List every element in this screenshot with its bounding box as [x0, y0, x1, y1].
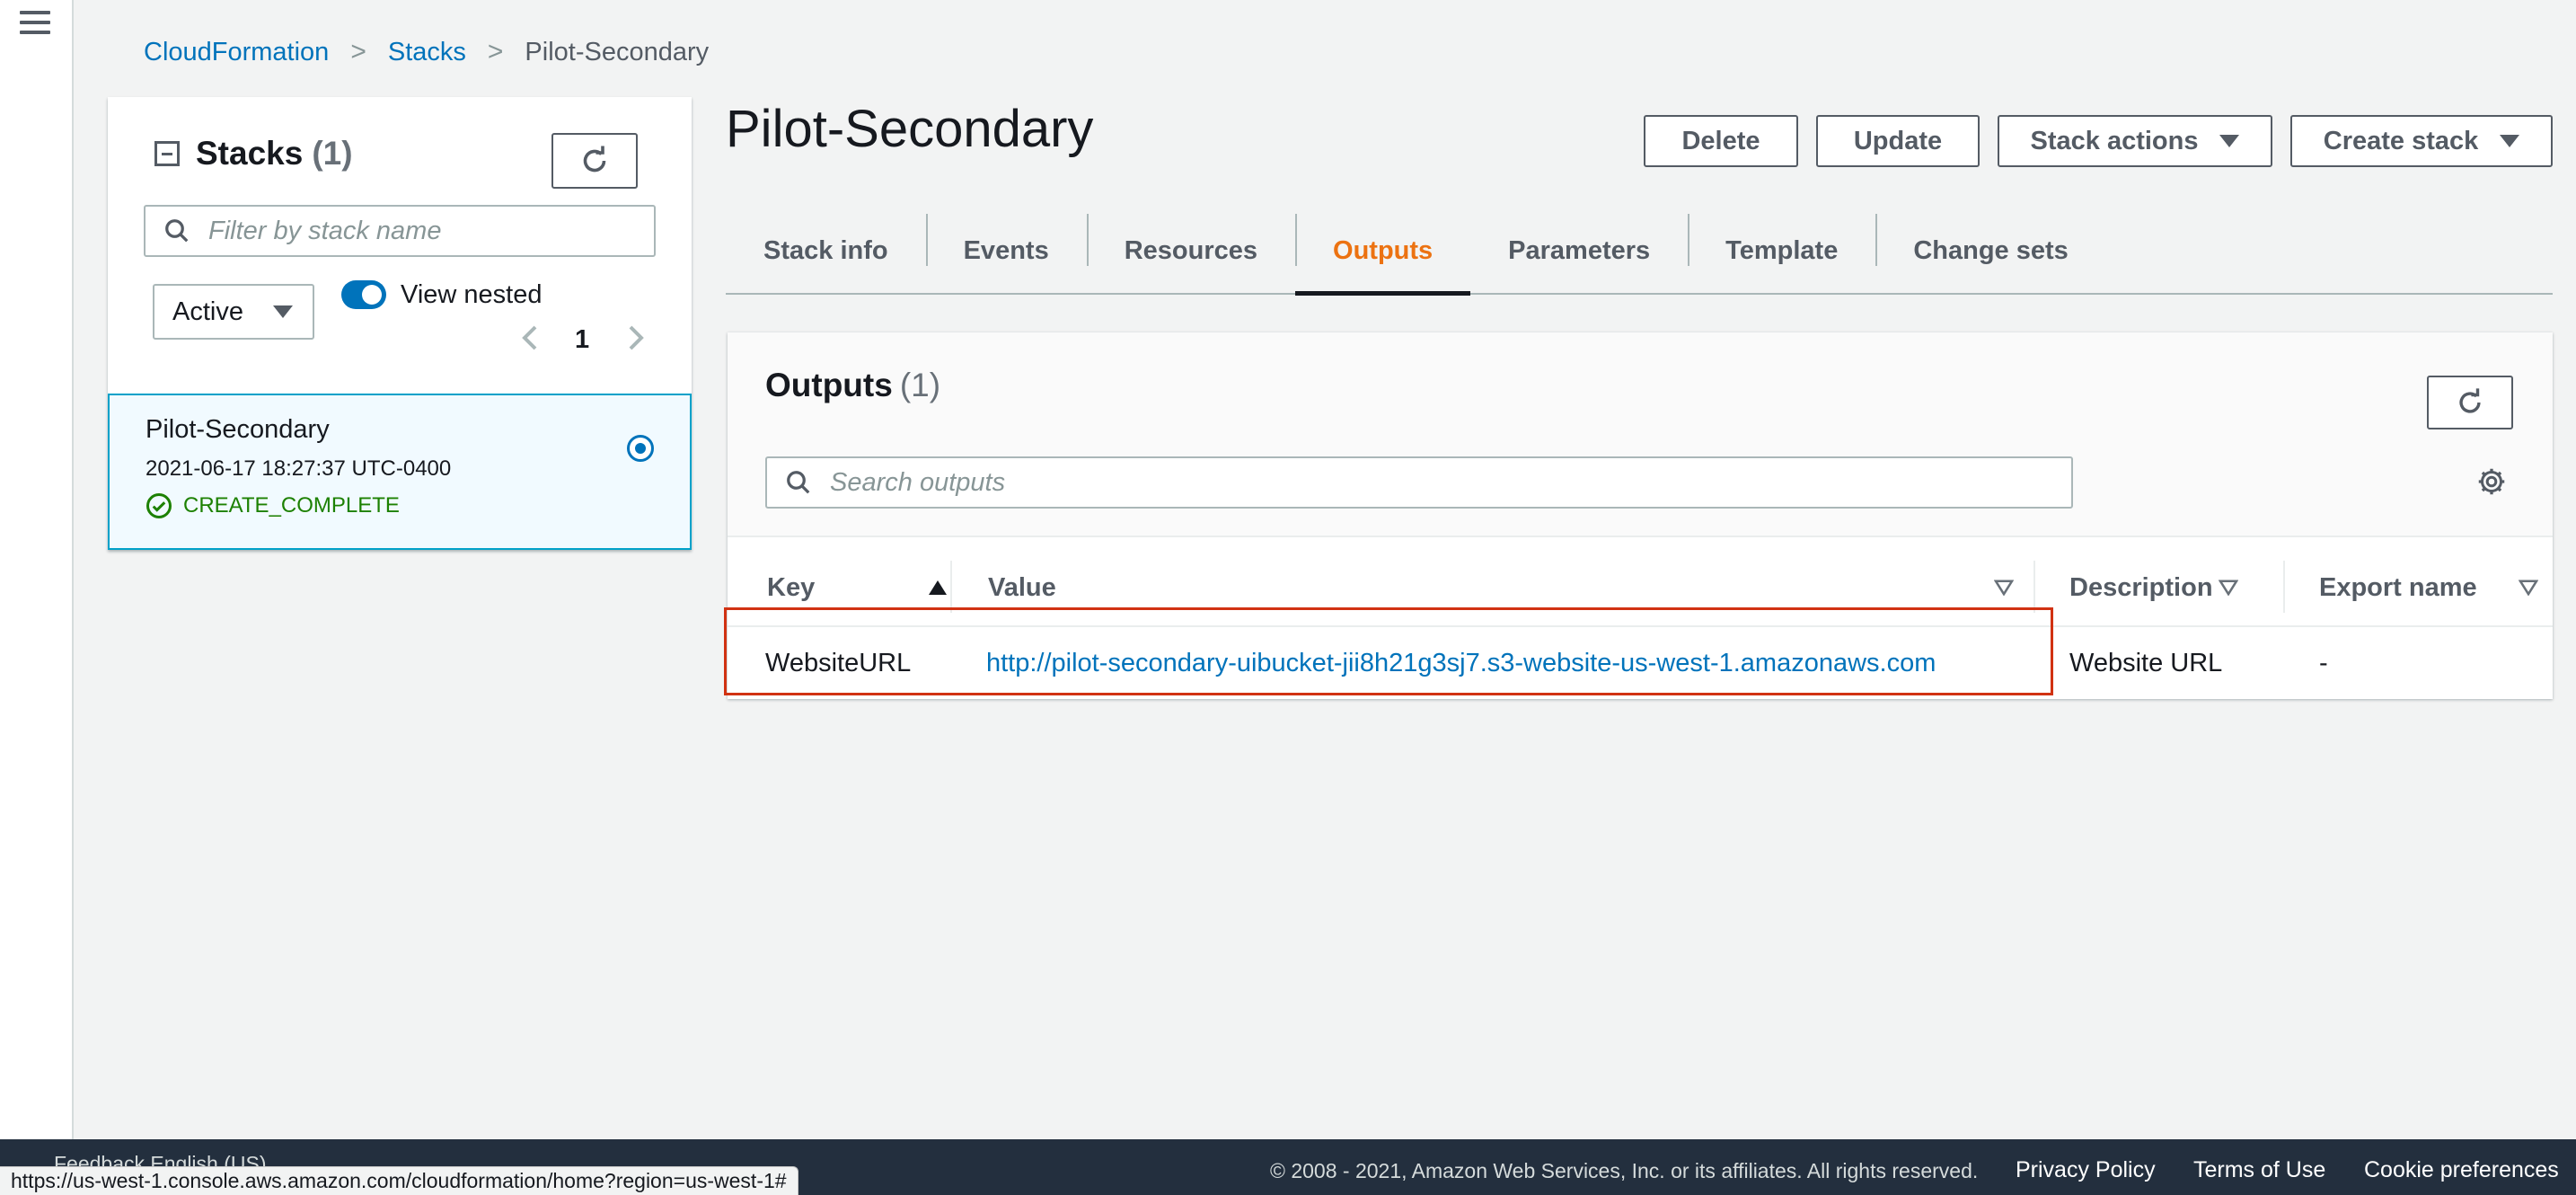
stacks-refresh-button[interactable] — [551, 133, 638, 189]
previous-page-icon[interactable] — [519, 323, 541, 357]
outputs-table-header: Key Value Description Export name — [728, 550, 2553, 625]
menu-icon[interactable] — [20, 11, 50, 38]
stack-status-text: CREATE_COMPLETE — [183, 493, 400, 518]
chevron-right-icon: > — [487, 37, 504, 66]
column-header-value[interactable]: Value — [988, 550, 2014, 625]
breadcrumb-stacks[interactable]: Stacks — [388, 38, 466, 67]
caret-down-icon — [2500, 135, 2520, 147]
tab-stack-info[interactable]: Stack info — [726, 208, 926, 293]
outputs-title: Outputs (1) — [765, 367, 941, 403]
column-header-export-name[interactable]: Export name — [2319, 550, 2538, 625]
stacks-title: Stacks — [196, 135, 304, 172]
refresh-icon — [583, 146, 606, 173]
output-export-name: - — [2319, 648, 2328, 677]
status-bar-url: https://us-west-1.console.aws.amazon.com… — [0, 1166, 798, 1195]
view-nested-label: View nested — [401, 280, 543, 309]
stack-filter-input[interactable] — [144, 205, 656, 257]
chevron-right-icon: > — [350, 37, 366, 66]
terms-of-use-link[interactable]: Terms of Use — [2193, 1157, 2325, 1183]
delete-button[interactable]: Delete — [1644, 115, 1798, 167]
tab-parameters[interactable]: Parameters — [1470, 208, 1688, 293]
sort-icon — [2219, 580, 2238, 596]
column-header-key[interactable]: Key — [767, 550, 947, 625]
search-icon — [787, 471, 810, 494]
update-button[interactable]: Update — [1816, 115, 1980, 167]
status-filter-value: Active — [172, 297, 243, 326]
output-key: WebsiteURL — [765, 648, 912, 677]
status-filter-select[interactable]: Active — [153, 284, 314, 340]
tab-template[interactable]: Template — [1688, 208, 1875, 293]
privacy-policy-link[interactable]: Privacy Policy — [2016, 1157, 2156, 1183]
refresh-icon — [2459, 388, 2481, 413]
check-circle-icon — [146, 493, 172, 518]
stack-actions-button[interactable]: Stack actions — [1998, 115, 2272, 167]
breadcrumb-current: Pilot-Secondary — [525, 37, 710, 66]
sort-icon — [2519, 580, 2538, 596]
stack-select-radio[interactable] — [627, 435, 654, 462]
collapse-icon[interactable] — [154, 141, 180, 166]
stack-created-time: 2021-06-17 18:27:37 UTC-0400 — [146, 456, 452, 481]
footer-copyright: © 2008 - 2021, Amazon Web Services, Inc.… — [1270, 1159, 1979, 1182]
outputs-count: (1) — [899, 367, 941, 403]
table-row: WebsiteURL http://pilot-secondary-uibuck… — [728, 625, 2553, 699]
output-description: Website URL — [2069, 648, 2223, 677]
tab-outputs[interactable]: Outputs — [1295, 208, 1471, 296]
stack-status: CREATE_COMPLETE — [146, 492, 400, 519]
caret-down-icon — [2219, 135, 2240, 147]
tab-change-sets[interactable]: Change sets — [1875, 208, 2105, 293]
side-navigation-rail — [0, 0, 74, 1139]
page-title: Pilot-Secondary — [726, 100, 1094, 158]
view-nested-toggle[interactable] — [341, 280, 386, 309]
stack-name: Pilot-Secondary — [146, 415, 330, 444]
page-number[interactable]: 1 — [575, 325, 589, 355]
sort-ascending-icon — [929, 580, 947, 595]
outputs-search-input[interactable] — [765, 456, 2073, 509]
create-stack-button[interactable]: Create stack — [2290, 115, 2553, 167]
cookie-preferences-link[interactable]: Cookie preferences — [2364, 1157, 2559, 1183]
column-header-description[interactable]: Description — [2069, 550, 2238, 625]
stacks-panel-header: Stacks (1) — [154, 135, 353, 173]
gear-icon[interactable] — [2475, 465, 2508, 502]
next-page-icon[interactable] — [625, 323, 647, 357]
search-icon — [165, 219, 189, 243]
outputs-refresh-button[interactable] — [2427, 376, 2513, 429]
output-value-link[interactable]: http://pilot-secondary-uibucket-jii8h21g… — [986, 649, 1936, 678]
tab-resources[interactable]: Resources — [1086, 208, 1295, 293]
outputs-search-field[interactable] — [828, 466, 2071, 499]
stack-detail-tabs: Stack info Events Resources Outputs Para… — [726, 208, 2553, 296]
stacks-count: (1) — [312, 135, 353, 172]
caret-down-icon — [273, 305, 293, 318]
tab-events[interactable]: Events — [925, 208, 1087, 293]
breadcrumb-cloudformation[interactable]: CloudFormation — [144, 38, 329, 67]
sort-icon — [1994, 580, 2014, 596]
breadcrumb: CloudFormation > Stacks > Pilot-Secondar… — [144, 34, 709, 70]
stack-filter-field[interactable] — [207, 215, 654, 247]
